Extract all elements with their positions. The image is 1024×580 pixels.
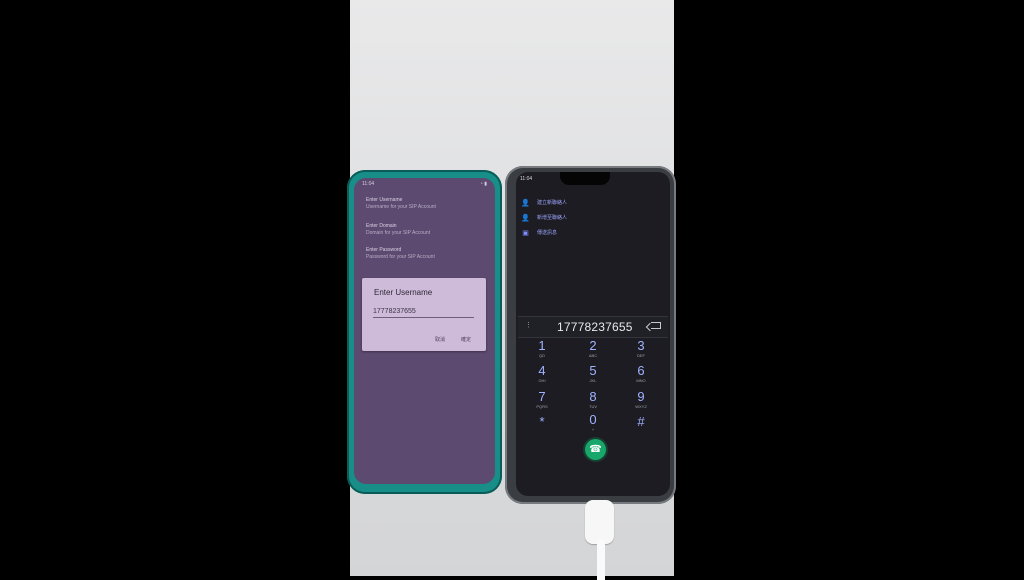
key-0-number: 0 [589, 412, 597, 427]
setting-domain[interactable]: Enter Domain Domain for your SIP Account [366, 223, 486, 237]
key-4-number: 4 [538, 363, 546, 378]
key-6-letters: MNO [636, 378, 646, 383]
key-8-number: 8 [589, 389, 597, 404]
backspace-icon[interactable] [651, 322, 661, 329]
left-status-icons: ◔ ▮ [479, 181, 487, 187]
add-contact-icon: 👤 [521, 214, 530, 222]
key-6-number: 6 [637, 363, 645, 378]
dialer-actions: 👤 建立新聯絡人 👤 新增至聯絡人 ▣ 傳送訊息 [521, 195, 649, 240]
key-9-letters: WXYZ [635, 404, 647, 409]
key-0-letters: + [591, 427, 595, 432]
cancel-button[interactable]: 取消 [435, 336, 445, 343]
key-hash-number: # [637, 414, 645, 429]
key-2[interactable]: 2 ABC [572, 338, 614, 364]
setting-username-title: Enter Username [366, 197, 403, 203]
key-1[interactable]: 1 QD [521, 338, 563, 364]
key-3-number: 3 [637, 338, 645, 353]
key-0[interactable]: 0 + [572, 412, 614, 438]
send-message-action[interactable]: ▣ 傳送訊息 [521, 225, 649, 240]
key-7[interactable]: 7 PQRS [521, 389, 563, 415]
key-hash[interactable]: # [620, 414, 662, 440]
dialer-number-bar: ⋮ 17778237655 [518, 316, 668, 338]
key-1-number: 1 [538, 338, 546, 353]
key-7-letters: PQRS [536, 404, 548, 409]
setting-username[interactable]: Enter Username Username for your SIP Acc… [366, 197, 486, 211]
setting-username-subtitle: Username for your SIP Account [366, 204, 436, 210]
dialog-title: Enter Username [374, 288, 433, 297]
username-input[interactable]: 17778237655 [373, 308, 474, 318]
key-5-letters: JKL [589, 378, 597, 383]
call-button[interactable]: ☎ [585, 439, 606, 460]
key-2-number: 2 [589, 338, 597, 353]
create-contact-action[interactable]: 👤 建立新聯絡人 [521, 195, 649, 210]
key-5-number: 5 [589, 363, 597, 378]
usb-plug [585, 500, 614, 544]
username-dialog: Enter Username 17778237655 取消 確定 [362, 278, 486, 351]
setting-password-subtitle: Password for your SIP Account [366, 254, 435, 260]
key-8-letters: TUV [589, 404, 597, 409]
dialed-number: 17778237655 [557, 320, 633, 334]
setting-password-title: Enter Password [366, 247, 402, 253]
screenshot-frame: { "left_phone": { "status_time": "11:04"… [0, 0, 1024, 580]
key-2-letters: ABC [588, 353, 598, 358]
key-3-letters: DEF [637, 353, 645, 358]
confirm-button[interactable]: 確定 [461, 336, 471, 343]
key-4-letters: GHI [538, 378, 546, 383]
add-to-contact-label: 新增至聯絡人 [537, 215, 568, 221]
create-contact-label: 建立新聯絡人 [537, 200, 568, 206]
setting-domain-subtitle: Domain for your SIP Account [366, 230, 431, 236]
key-1-letters: QD [539, 353, 545, 358]
send-message-label: 傳送訊息 [537, 230, 558, 236]
key-3[interactable]: 3 DEF [620, 338, 662, 364]
key-4[interactable]: 4 GHI [521, 363, 563, 389]
add-contact-icon: 👤 [521, 199, 530, 207]
setting-domain-title: Enter Domain [366, 223, 397, 229]
left-status-time: 11:04 [362, 181, 375, 187]
setting-password[interactable]: Enter Password Password for your SIP Acc… [366, 247, 486, 261]
key-7-number: 7 [538, 389, 546, 404]
key-9-number: 9 [637, 389, 645, 404]
usb-cable [597, 540, 605, 580]
camera-notch [560, 172, 610, 185]
key-star[interactable]: * [521, 414, 563, 440]
phone-icon: ☎ [589, 444, 602, 455]
key-6[interactable]: 6 MNO [620, 363, 662, 389]
key-9[interactable]: 9 WXYZ [620, 389, 662, 415]
left-status-bar: 11:04 ◔ ▮ [354, 178, 495, 190]
message-icon: ▣ [522, 229, 529, 237]
key-5[interactable]: 5 JKL [572, 363, 614, 389]
more-options-icon[interactable]: ⋮ [525, 321, 532, 329]
right-status-time: 11:04 [520, 176, 533, 182]
key-star-number: * [539, 414, 545, 429]
add-to-contact-action[interactable]: 👤 新增至聯絡人 [521, 210, 649, 225]
